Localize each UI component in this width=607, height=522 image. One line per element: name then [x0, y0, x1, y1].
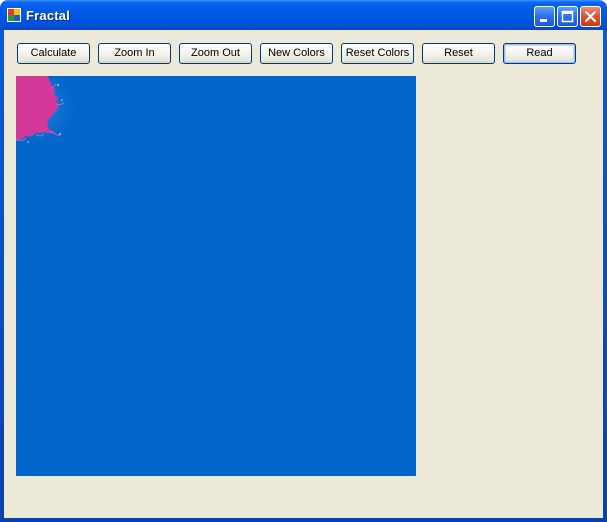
minimize-button[interactable] — [534, 6, 555, 27]
calculate-button[interactable]: Calculate — [17, 43, 90, 64]
client-area: Calculate Zoom In Zoom Out New Colors Re… — [4, 30, 603, 518]
fractal-canvas[interactable] — [16, 76, 416, 476]
minimize-icon — [540, 19, 547, 22]
zoom-out-button[interactable]: Zoom Out — [179, 43, 252, 64]
new-colors-button[interactable]: New Colors — [260, 43, 333, 64]
window-title: Fractal — [26, 8, 71, 23]
reset-colors-button[interactable]: Reset Colors — [341, 43, 414, 64]
app-window: Fractal Calculate Zoom In Zoom Out New C… — [0, 0, 607, 522]
reset-button[interactable]: Reset — [422, 43, 495, 64]
app-icon — [7, 8, 21, 22]
maximize-button[interactable] — [557, 6, 578, 27]
zoom-in-button[interactable]: Zoom In — [98, 43, 171, 64]
close-button[interactable] — [580, 6, 601, 27]
fractal-image — [16, 76, 416, 476]
maximize-icon — [561, 10, 574, 23]
read-button[interactable]: Read — [503, 43, 576, 64]
title-bar[interactable]: Fractal — [0, 0, 607, 30]
close-icon — [584, 10, 597, 23]
